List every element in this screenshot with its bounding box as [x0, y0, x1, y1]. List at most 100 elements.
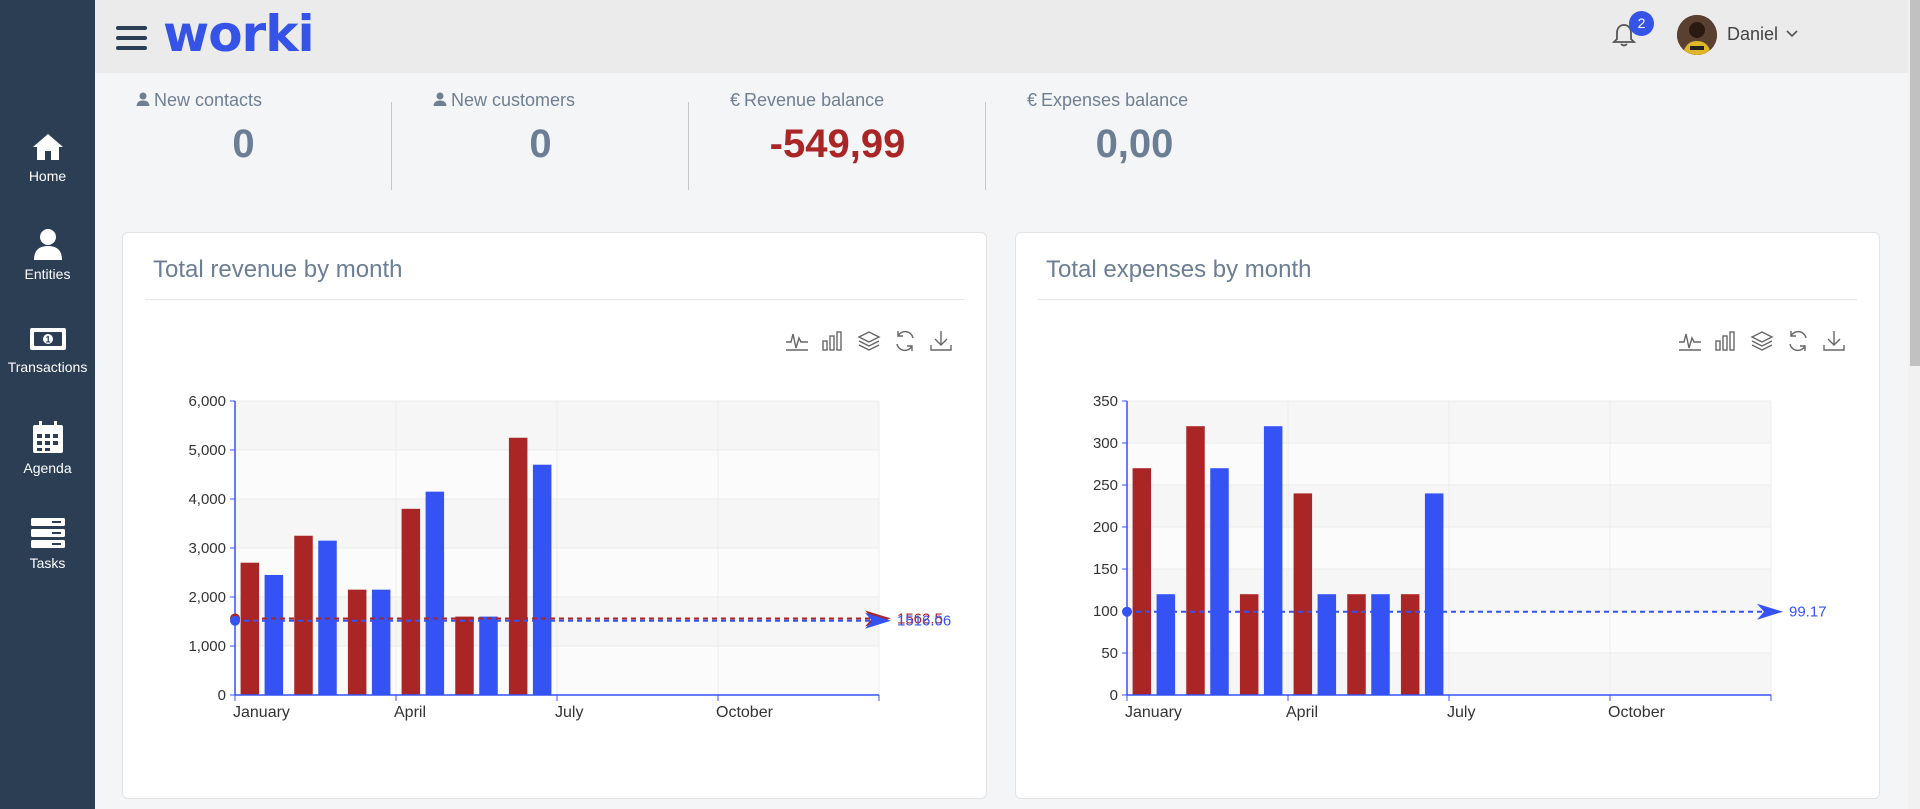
y-tick-label: 150 [1093, 561, 1118, 578]
stat-revenue-balance: € Revenue balance -549,99 [689, 88, 986, 190]
bar[interactable] [1293, 493, 1313, 695]
bar[interactable] [1156, 594, 1176, 695]
x-tick-label: April [394, 704, 426, 721]
stat-value: -549,99 [769, 122, 906, 166]
stat-label: Expenses balance [1041, 90, 1189, 110]
bar[interactable] [508, 437, 528, 695]
bar[interactable] [294, 535, 313, 695]
x-tick-label: January [1125, 704, 1182, 721]
expenses-chart-card: Total expenses by month 0 50 100 150 200 250 3… [1015, 232, 1880, 799]
bar[interactable] [371, 589, 391, 695]
bar[interactable] [1263, 426, 1283, 695]
y-tick-label: 6,000 [188, 393, 226, 410]
sidebar-item-label: Entities [24, 266, 71, 282]
logo[interactable]: worki [163, 4, 315, 64]
user-icon [136, 92, 150, 106]
y-tick-label: 0 [218, 687, 226, 704]
bar[interactable] [455, 616, 474, 695]
stat-title: € Expenses balance [1027, 90, 1188, 111]
tasks-icon [30, 518, 65, 548]
y-tick-label: 4,000 [188, 491, 226, 508]
average-label: 1516.06 [897, 613, 951, 630]
stat-label: New customers [451, 90, 576, 110]
bar[interactable] [1317, 594, 1337, 695]
sidebar-item-tasks[interactable]: Tasks [0, 517, 95, 597]
y-tick-label: 100 [1093, 603, 1118, 620]
revenue-chart-card: Total revenue by month 0 1,000 2,000 3,000 4… [122, 232, 987, 799]
money-icon: 1 [29, 328, 66, 350]
avatar[interactable] [1677, 15, 1717, 55]
bar[interactable] [347, 589, 367, 695]
stat-value: 0,00 [1095, 122, 1174, 166]
y-tick-label: 3,000 [188, 540, 226, 557]
bar[interactable] [1371, 594, 1390, 695]
sidebar-item-label: Tasks [29, 555, 66, 571]
x-tick-label: July [1447, 704, 1475, 721]
y-tick-label: 200 [1093, 519, 1118, 536]
stat-value: 0 [232, 122, 255, 166]
x-tick-label: October [716, 704, 774, 721]
bar[interactable] [1400, 594, 1420, 695]
x-tick-label: July [555, 704, 583, 721]
hamburger-line [116, 46, 147, 50]
bar[interactable] [1239, 594, 1259, 695]
y-tick-label: 2,000 [188, 589, 226, 606]
user-icon [33, 229, 62, 260]
x-tick-label: April [1286, 704, 1318, 721]
svg-text:1: 1 [45, 335, 50, 345]
x-tick-label: January [233, 704, 290, 721]
stat-label: Revenue balance [744, 90, 885, 110]
sidebar: Home Entities 1 Transactions Agenda Task… [0, 0, 95, 809]
y-tick-label: 350 [1093, 393, 1118, 410]
y-tick-label: 300 [1093, 435, 1118, 452]
stat-new-contacts: New contacts 0 [95, 88, 392, 190]
stat-expenses-balance: € Expenses balance 0,00 [986, 88, 1283, 190]
bar[interactable] [1424, 493, 1444, 695]
y-tick-label: 5,000 [188, 442, 226, 459]
bar[interactable] [425, 491, 445, 695]
user-menu[interactable]: Daniel [1727, 24, 1778, 45]
bar[interactable] [479, 616, 498, 695]
euro-icon: € [1027, 90, 1038, 110]
sidebar-item-label: Home [28, 168, 67, 184]
sidebar-item-transactions[interactable]: 1 Transactions [0, 325, 95, 405]
average-start-marker [230, 615, 240, 626]
calendar-icon [32, 421, 63, 453]
y-tick-label: 0 [1110, 687, 1118, 704]
user-icon [433, 92, 447, 106]
hamburger-line [116, 26, 147, 30]
bar[interactable] [401, 508, 421, 695]
y-tick-label: 50 [1101, 645, 1118, 662]
bar[interactable] [1186, 426, 1205, 695]
notification-badge: 2 [1629, 11, 1654, 36]
y-tick-label: 250 [1093, 477, 1118, 494]
stat-label: New contacts [154, 90, 263, 110]
chevron-down-icon[interactable] [1786, 29, 1798, 39]
average-start-marker [1122, 606, 1132, 617]
revenue-chart: 0 1,000 2,000 3,000 4,000 5,000 6,000 January Ap… [188, 393, 951, 721]
bar[interactable] [532, 464, 552, 695]
bar[interactable] [1210, 468, 1229, 695]
sidebar-item-home[interactable]: Home [0, 132, 95, 212]
average-label: 99.17 [1789, 604, 1827, 621]
sidebar-item-agenda[interactable]: Agenda [0, 420, 95, 500]
home-icon [32, 134, 63, 160]
bar[interactable] [1132, 468, 1152, 695]
scrollbar-thumb[interactable] [1910, 0, 1920, 366]
stat-title: New contacts [136, 90, 262, 111]
expenses-chart: 0 50 100 150 200 250 300 350 January April July Oct… [1093, 393, 1827, 721]
stat-title: € Revenue balance [730, 90, 884, 111]
bar[interactable] [264, 574, 284, 695]
x-tick-label: October [1608, 704, 1666, 721]
bar[interactable] [240, 562, 260, 695]
hamburger-line [116, 36, 147, 40]
euro-icon: € [730, 90, 741, 110]
avatar-image [1677, 15, 1717, 55]
bar[interactable] [1347, 594, 1366, 695]
stat-title: New customers [433, 90, 575, 111]
y-tick-label: 1,000 [188, 638, 226, 655]
menu-toggle-button[interactable] [116, 26, 147, 52]
sidebar-item-entities[interactable]: Entities [0, 228, 95, 308]
stat-value: 0 [529, 122, 552, 166]
stat-new-customers: New customers 0 [392, 88, 689, 190]
